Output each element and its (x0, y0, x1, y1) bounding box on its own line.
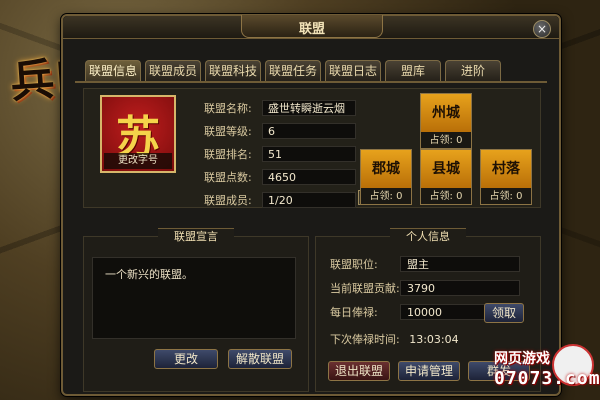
dialog-title: 联盟 (298, 22, 325, 37)
position-value: 盟主 (400, 255, 520, 272)
territory-count: 占领: 0 (429, 191, 463, 202)
alliance-rank-value: 51 (262, 145, 356, 162)
tab-bar: 联盟信息 联盟成员 联盟科技 联盟任务 联盟日志 盟库 进阶 (85, 60, 501, 82)
alliance-level-value: 6 (262, 122, 356, 139)
close-button[interactable]: × (533, 20, 551, 38)
territory-cunluo: 村落 占领: 0 (480, 149, 532, 205)
contribution-value: 3790 (400, 279, 520, 296)
apply-management-button[interactable]: 申请管理 (398, 361, 460, 381)
alliance-members-label: 联盟成员: (204, 193, 252, 207)
position-row: 联盟职位: 盟主 (330, 255, 520, 272)
tab-alliance-info[interactable]: 联盟信息 (85, 60, 141, 82)
salary-label: 每日俸禄: (330, 305, 378, 319)
alliance-info-panel: 苏 更改字号 联盟名称: 盛世转瞬逝云烟 联盟等级: 6 联盟排名: 51 联盟… (83, 88, 541, 208)
alliance-level-label: 联盟等级: (204, 124, 252, 138)
change-name-button[interactable]: 更改字号 (104, 153, 172, 169)
territory-name: 郡城 (361, 150, 411, 188)
contribution-label: 当前联盟贡献: (330, 281, 400, 295)
tab-alliance-tasks[interactable]: 联盟任务 (265, 60, 321, 82)
alliance-points-label: 联盟点数: (204, 170, 252, 184)
field-alliance-rank: 联盟排名: 51 (204, 145, 356, 162)
territory-zhoucheng: 州城 占领: 0 (420, 93, 472, 149)
tab-alliance-members[interactable]: 联盟成员 (145, 60, 201, 82)
alliance-emblem: 苏 更改字号 (100, 95, 176, 173)
declaration-text[interactable]: 一个新兴的联盟。 (92, 257, 296, 339)
watermark-top-text: 网页游戏 (494, 351, 550, 367)
alliance-rank-label: 联盟排名: (204, 147, 252, 161)
territory-count: 占领: 0 (429, 135, 463, 146)
field-alliance-level: 联盟等级: 6 (204, 122, 356, 139)
next-salary-row: 下次俸禄时间: 13:03:04 (330, 331, 459, 347)
tab-advance[interactable]: 进阶 (445, 60, 501, 82)
site-watermark: 网页游戏 07073.com (484, 344, 600, 396)
tab-alliance-log[interactable]: 联盟日志 (325, 60, 381, 82)
territory-name: 县城 (421, 150, 471, 188)
personal-info-title: 个人信息 (390, 228, 466, 245)
title-plate: 联盟 (241, 15, 383, 38)
territory-name: 村落 (481, 150, 531, 188)
next-salary-time: 13:03:04 (409, 333, 459, 346)
territory-count: 占领: 0 (369, 191, 403, 202)
disband-alliance-button[interactable]: 解散联盟 (228, 349, 292, 369)
declaration-panel: 联盟宣言 一个新兴的联盟。 更改 解散联盟 (83, 228, 309, 392)
territory-count: 占领: 0 (489, 191, 523, 202)
field-alliance-members: 联盟成员: 1/20 (204, 191, 356, 208)
contribution-row: 当前联盟贡献: 3790 (330, 279, 520, 296)
territory-xiancheng: 县城 占领: 0 (420, 149, 472, 205)
leave-alliance-button[interactable]: 退出联盟 (328, 361, 390, 381)
edit-declaration-button[interactable]: 更改 (154, 349, 218, 369)
tab-divider (75, 81, 547, 83)
tab-alliance-vault[interactable]: 盟库 (385, 60, 441, 82)
alliance-name-value: 盛世转瞬逝云烟 (262, 99, 356, 116)
territory-name: 州城 (421, 94, 471, 132)
title-bar: 联盟 × (63, 15, 559, 39)
alliance-points-value: 4650 (262, 168, 356, 185)
alliance-dialog: 联盟 × 联盟信息 联盟成员 联盟科技 联盟任务 联盟日志 盟库 进阶 苏 更改… (61, 14, 561, 396)
field-alliance-points: 联盟点数: 4650 (204, 168, 356, 185)
watermark-bottom-text: 07073.com (494, 368, 600, 389)
next-salary-label: 下次俸禄时间: (330, 333, 400, 346)
tab-alliance-tech[interactable]: 联盟科技 (205, 60, 261, 82)
position-label: 联盟职位: (330, 257, 378, 271)
field-alliance-name: 联盟名称: 盛世转瞬逝云烟 (204, 99, 356, 116)
alliance-name-label: 联盟名称: (204, 101, 252, 115)
territory-juncheng: 郡城 占领: 0 (360, 149, 412, 205)
alliance-members-value: 1/20 (262, 191, 356, 208)
declaration-title: 联盟宣言 (158, 228, 234, 245)
claim-salary-button[interactable]: 领取 (484, 303, 524, 323)
